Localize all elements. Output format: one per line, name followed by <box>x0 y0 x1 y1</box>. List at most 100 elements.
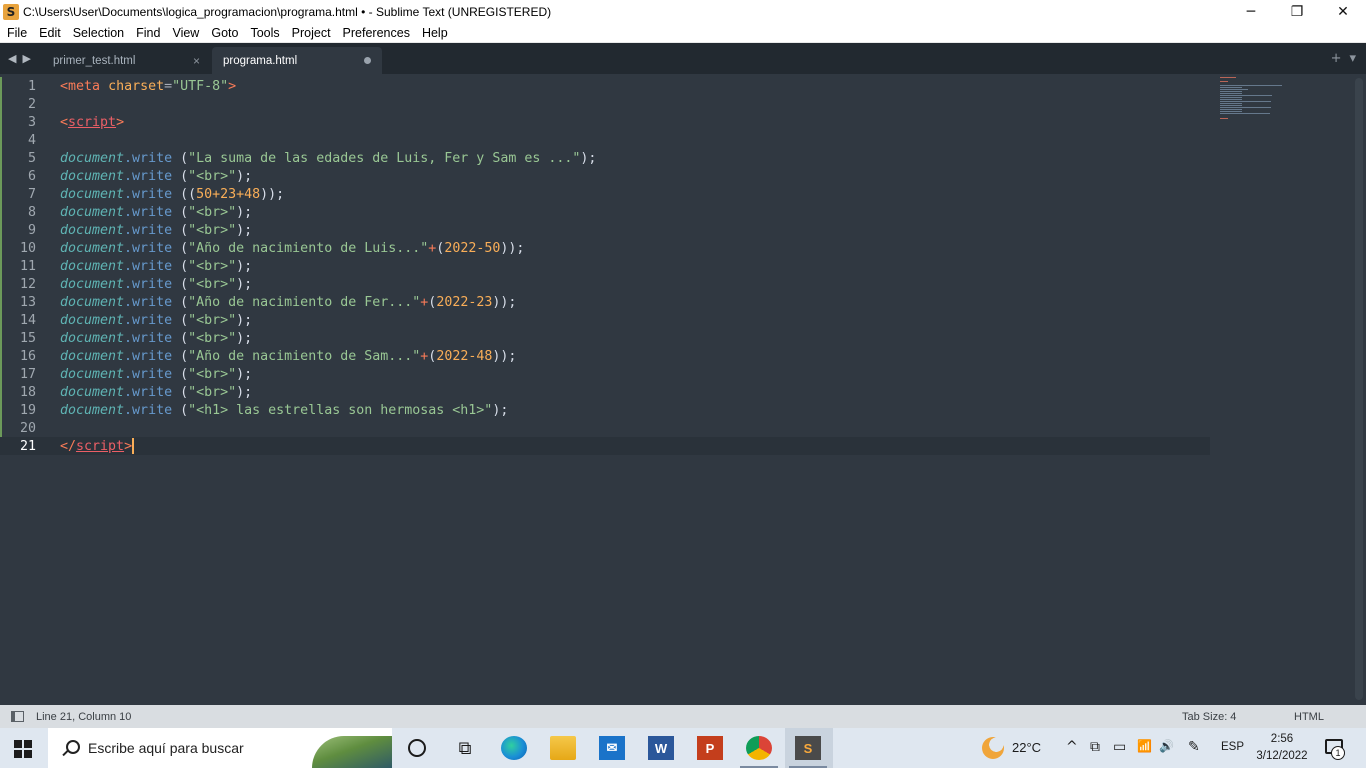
minimap-line <box>1220 109 1242 110</box>
minimap-line <box>1220 81 1228 82</box>
tab-prev-icon[interactable]: ◀ <box>8 52 16 65</box>
menu-preferences[interactable]: Preferences <box>337 26 416 40</box>
tab-dropdown-icon[interactable]: ▾ <box>1349 51 1356 66</box>
system-clock[interactable]: 2:56 3/12/2022 <box>1254 731 1310 765</box>
volume-icon[interactable]: 🔊 <box>1159 739 1174 753</box>
input-language[interactable]: ESP <box>1221 741 1244 753</box>
menu-find[interactable]: Find <box>130 26 166 40</box>
title-bar: S C:\Users\User\Documents\logica_program… <box>0 0 1366 23</box>
code-line[interactable]: 14 document.write ("<br>"); <box>0 311 1210 329</box>
cortana-icon[interactable] <box>404 736 430 760</box>
panel-toggle-icon[interactable] <box>11 711 24 722</box>
code-editor[interactable]: 1 <meta charset="UTF-8"> 2 3 <script> 4 … <box>0 74 1366 705</box>
tab-primer-test[interactable]: primer_test.html × <box>38 47 210 74</box>
close-button[interactable]: ✕ <box>1320 0 1366 23</box>
code-line[interactable]: 17 document.write ("<br>"); <box>0 365 1210 383</box>
task-view-icon[interactable]: ⧉ <box>452 736 478 760</box>
minimap-line <box>1220 91 1242 92</box>
menu-bar: File Edit Selection Find View Goto Tools… <box>0 23 1366 43</box>
menu-file[interactable]: File <box>0 26 33 40</box>
tab-programa[interactable]: programa.html <box>212 47 382 74</box>
menu-help[interactable]: Help <box>416 26 454 40</box>
line-content: document.write ("<br>"); <box>60 330 253 346</box>
code-line[interactable]: 16 document.write ("Año de nacimiento de… <box>0 347 1210 365</box>
minimap-line <box>1220 101 1271 102</box>
code-line[interactable]: 12 document.write ("<br>"); <box>0 275 1210 293</box>
sublime-text-icon[interactable]: S <box>795 736 821 760</box>
line-number: 16 <box>19 348 36 364</box>
code-line[interactable]: 11 document.write ("<br>"); <box>0 257 1210 275</box>
vertical-scrollbar[interactable] <box>1355 78 1363 700</box>
battery-icon[interactable]: ▭ <box>1113 739 1126 755</box>
menu-project[interactable]: Project <box>286 26 337 40</box>
code-line[interactable]: 3 <script> <box>0 113 1210 131</box>
menu-selection[interactable]: Selection <box>67 26 130 40</box>
pen-icon[interactable]: ✎ <box>1188 739 1200 755</box>
code-line[interactable]: 2 <box>0 95 1210 113</box>
menu-view[interactable]: View <box>166 26 205 40</box>
weather-moon-icon[interactable] <box>982 737 1004 759</box>
mail-icon[interactable]: ✉ <box>599 736 625 760</box>
line-number: 19 <box>19 402 36 418</box>
word-icon[interactable]: W <box>648 736 674 760</box>
tab-size-selector[interactable]: Tab Size: 4 <box>1182 711 1236 723</box>
code-line-current[interactable]: 21 </script> <box>0 437 1210 455</box>
menu-edit[interactable]: Edit <box>33 26 67 40</box>
menu-goto[interactable]: Goto <box>205 26 244 40</box>
tab-label: primer_test.html <box>53 54 136 67</box>
code-line[interactable]: 20 <box>0 419 1210 437</box>
minimap-line <box>1220 95 1272 96</box>
code-line[interactable]: 7 document.write ((50+23+48)); <box>0 185 1210 203</box>
taskbar-search-box[interactable]: Escribe aquí para buscar <box>48 728 392 768</box>
weather-temperature[interactable]: 22°C <box>1012 740 1041 755</box>
tab-next-icon[interactable]: ▶ <box>22 52 30 65</box>
code-line[interactable]: 8 document.write ("<br>"); <box>0 203 1210 221</box>
unsaved-dot-icon[interactable] <box>364 57 371 64</box>
minimap-line <box>1220 113 1270 114</box>
code-line[interactable]: 4 <box>0 131 1210 149</box>
line-number: 13 <box>19 294 36 310</box>
line-content: document.write ("La suma de las edades d… <box>60 150 597 166</box>
meet-now-icon[interactable]: ⧉ <box>1090 739 1100 755</box>
notification-count-badge: 1 <box>1331 746 1345 760</box>
code-line[interactable]: 15 document.write ("<br>"); <box>0 329 1210 347</box>
new-tab-icon[interactable]: + <box>1331 51 1342 66</box>
minimap[interactable] <box>1220 76 1290 126</box>
line-content: document.write ("Año de nacimiento de Lu… <box>60 240 525 256</box>
syntax-selector[interactable]: HTML <box>1294 711 1324 723</box>
code-line[interactable]: 19 document.write ("<h1> las estrellas s… <box>0 401 1210 419</box>
chrome-icon[interactable] <box>746 736 772 760</box>
line-content: document.write ("<br>"); <box>60 258 253 274</box>
minimize-button[interactable]: ─ <box>1228 0 1274 23</box>
maximize-button[interactable]: ❐ <box>1274 0 1320 23</box>
window-controls: ─ ❐ ✕ <box>1228 0 1366 23</box>
code-line[interactable]: 13 document.write ("Año de nacimiento de… <box>0 293 1210 311</box>
line-number: 18 <box>19 384 36 400</box>
line-number: 9 <box>27 222 36 238</box>
tab-nav-arrows: ◀ ▶ <box>8 52 31 65</box>
edge-icon[interactable] <box>501 736 527 760</box>
file-explorer-icon[interactable] <box>550 736 576 760</box>
minimap-line <box>1220 89 1248 90</box>
line-number: 11 <box>19 258 36 274</box>
menu-tools[interactable]: Tools <box>244 26 285 40</box>
line-number: 12 <box>19 276 36 292</box>
code-line[interactable]: 6 document.write ("<br>"); <box>0 167 1210 185</box>
search-placeholder: Escribe aquí para buscar <box>88 740 244 756</box>
code-line[interactable]: 10 document.write ("Año de nacimiento de… <box>0 239 1210 257</box>
clock-date: 3/12/2022 <box>1256 750 1308 762</box>
code-line[interactable]: 18 document.write ("<br>"); <box>0 383 1210 401</box>
network-icon[interactable]: 📶 <box>1137 739 1152 753</box>
code-line[interactable]: 5 document.write ("La suma de las edades… <box>0 149 1210 167</box>
powerpoint-icon[interactable]: P <box>697 736 723 760</box>
windows-start-icon[interactable] <box>14 740 32 758</box>
code-line[interactable]: 1 <meta charset="UTF-8"> <box>0 77 1210 95</box>
code-line[interactable]: 9 document.write ("<br>"); <box>0 221 1210 239</box>
tab-bar: ◀ ▶ primer_test.html × programa.html + ▾ <box>0 43 1366 74</box>
minimap-line <box>1220 97 1242 98</box>
line-content: document.write ("<br>"); <box>60 276 253 292</box>
line-number: 4 <box>27 132 36 148</box>
tray-chevron-icon[interactable]: ^ <box>1066 739 1078 755</box>
tab-close-icon[interactable]: × <box>193 54 200 68</box>
search-highlight-image <box>312 736 392 768</box>
